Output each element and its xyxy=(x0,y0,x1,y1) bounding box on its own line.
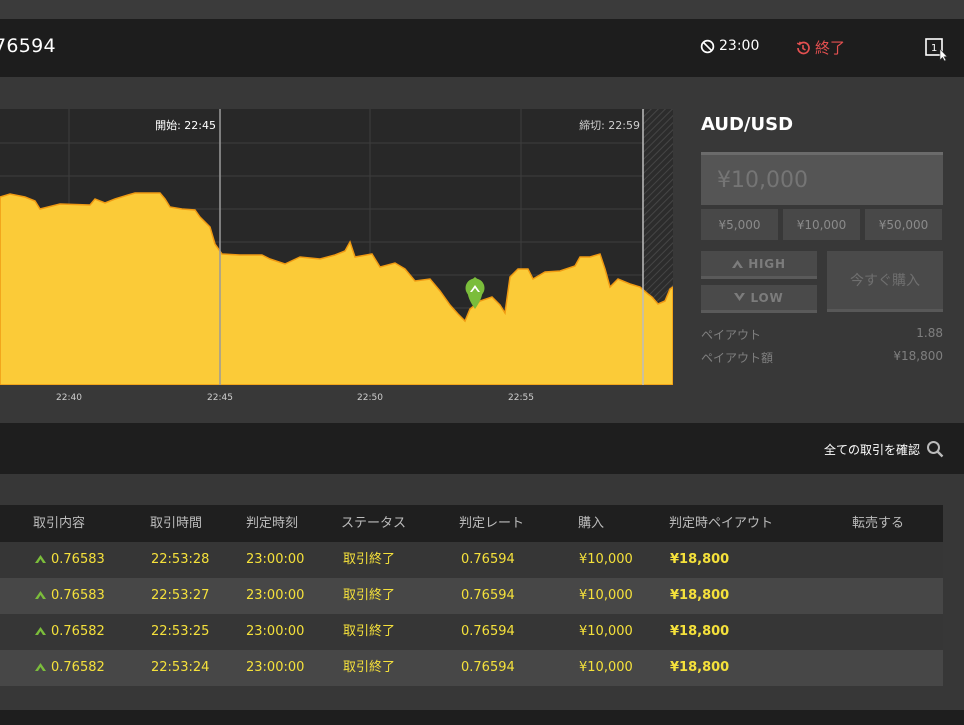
view-all-trades-label: 全ての取引を確認 xyxy=(823,442,920,457)
col-header: 判定時ペイアウト xyxy=(669,516,774,531)
payout-row: ペイアウト 1.88 xyxy=(701,326,943,343)
amount-input[interactable] xyxy=(701,155,943,205)
high-arrow-icon xyxy=(35,627,46,635)
table-row[interactable]: 0.76583 22:53:28 23:00:00 取引終了 0.76594 ¥… xyxy=(0,542,943,578)
trade-status: 終了 xyxy=(795,37,845,58)
purchase-amount: ¥10,000 xyxy=(579,624,633,639)
quick-amount-50000[interactable]: ¥50,000 xyxy=(865,209,942,240)
payout-amount-value: ¥18,800 xyxy=(893,349,943,363)
table-row[interactable]: 0.76582 22:53:24 23:00:00 取引終了 0.76594 ¥… xyxy=(0,650,943,686)
payout-value: 1.88 xyxy=(916,326,943,340)
table-header: 取引内容 取引時間 判定時刻 ステータス 判定レート 購入 判定時ペイアウト 転… xyxy=(0,505,943,542)
deadline-label: 締切: 22:59 xyxy=(579,118,640,132)
col-header: 購入 xyxy=(578,516,605,531)
col-header: 取引内容 xyxy=(33,516,86,531)
purchase-amount: ¥10,000 xyxy=(579,552,633,567)
trade-content: 0.76582 xyxy=(35,614,105,650)
payout-amount: ¥18,800 xyxy=(670,552,730,567)
judge-rate: 0.76594 xyxy=(461,588,515,603)
svg-text:1: 1 xyxy=(931,43,937,54)
trade-content: 0.76583 xyxy=(35,542,105,578)
purchase-amount: ¥10,000 xyxy=(579,660,633,675)
quick-amount-5000[interactable]: ¥5,000 xyxy=(701,209,778,240)
trade-status: 取引終了 xyxy=(343,588,396,603)
purchase-amount: ¥10,000 xyxy=(579,588,633,603)
trade-time: 22:53:25 xyxy=(151,624,210,639)
trade-status: 取引終了 xyxy=(343,552,396,567)
bottom-strip xyxy=(0,710,964,725)
payout-label: ペイアウト xyxy=(701,328,762,342)
price-area xyxy=(0,192,673,385)
trade-status: 取引終了 xyxy=(343,624,396,639)
amount-field[interactable] xyxy=(701,152,943,205)
payout-amount-row: ペイアウト額 ¥18,800 xyxy=(701,349,943,366)
current-rate: 76594 xyxy=(0,35,56,57)
window-switch-icon[interactable]: 1 xyxy=(924,36,948,62)
col-header: ステータス xyxy=(341,516,407,531)
top-strip xyxy=(0,0,964,19)
view-all-trades-link[interactable]: 全ての取引を確認 xyxy=(824,440,944,458)
judge-time: 23:00:00 xyxy=(246,660,305,675)
judge-time: 23:00:00 xyxy=(246,588,305,603)
table-row[interactable]: 0.76583 22:53:27 23:00:00 取引終了 0.76594 ¥… xyxy=(0,578,943,614)
col-header: 取引時間 xyxy=(150,516,203,531)
buy-now-button[interactable]: 今すぐ購入 xyxy=(827,251,943,312)
confirm-bar xyxy=(0,423,964,474)
no-entry-icon xyxy=(700,39,715,53)
table-row[interactable]: 0.76582 22:53:25 23:00:00 取引終了 0.76594 ¥… xyxy=(0,614,943,650)
judge-rate: 0.76594 xyxy=(461,552,515,567)
trade-status: 取引終了 xyxy=(343,660,396,675)
high-label: HIGH xyxy=(748,256,786,271)
quick-amount-10000[interactable]: ¥10,000 xyxy=(783,209,860,240)
expiry-timer: 23:00 xyxy=(700,38,759,54)
high-button[interactable]: HIGH xyxy=(701,251,817,279)
judge-time: 23:00:00 xyxy=(246,624,305,639)
trade-time: 22:53:24 xyxy=(151,660,210,675)
trade-time: 22:53:27 xyxy=(151,588,210,603)
payout-amount: ¥18,800 xyxy=(670,588,730,603)
x-tick-label: 22:45 xyxy=(207,393,233,403)
trade-content: 0.76583 xyxy=(35,578,105,614)
judge-time: 23:00:00 xyxy=(246,552,305,567)
payout-amount: ¥18,800 xyxy=(670,624,730,639)
search-icon xyxy=(927,441,944,458)
x-tick-label: 22:50 xyxy=(357,393,383,403)
judge-rate: 0.76594 xyxy=(461,660,515,675)
col-header: 転売する xyxy=(852,516,905,531)
currency-pair: AUD/USD xyxy=(701,114,794,135)
high-arrow-icon xyxy=(35,591,46,599)
high-arrow-icon xyxy=(35,663,46,671)
high-arrow-icon xyxy=(35,555,46,563)
low-button[interactable]: LOW xyxy=(701,285,817,313)
history-icon xyxy=(796,41,810,54)
trade-time: 22:53:28 xyxy=(151,552,210,567)
payout-amount-label: ペイアウト額 xyxy=(701,351,774,365)
down-arrow-icon xyxy=(734,293,746,301)
judge-rate: 0.76594 xyxy=(461,624,515,639)
x-tick-label: 22:40 xyxy=(56,393,82,403)
payout-amount: ¥18,800 xyxy=(670,660,730,675)
low-label: LOW xyxy=(750,290,784,305)
price-chart: 開始: 22:45 締切: 22:59 xyxy=(0,109,673,385)
col-header: 判定時刻 xyxy=(246,516,299,531)
col-header: 判定レート xyxy=(459,516,525,531)
expiry-time: 23:00 xyxy=(719,38,760,54)
trade-content: 0.76582 xyxy=(35,650,105,686)
x-tick-label: 22:55 xyxy=(508,393,534,403)
trade-status-label: 終了 xyxy=(815,39,846,57)
start-label: 開始: 22:45 xyxy=(155,118,216,132)
up-arrow-icon xyxy=(732,260,744,268)
